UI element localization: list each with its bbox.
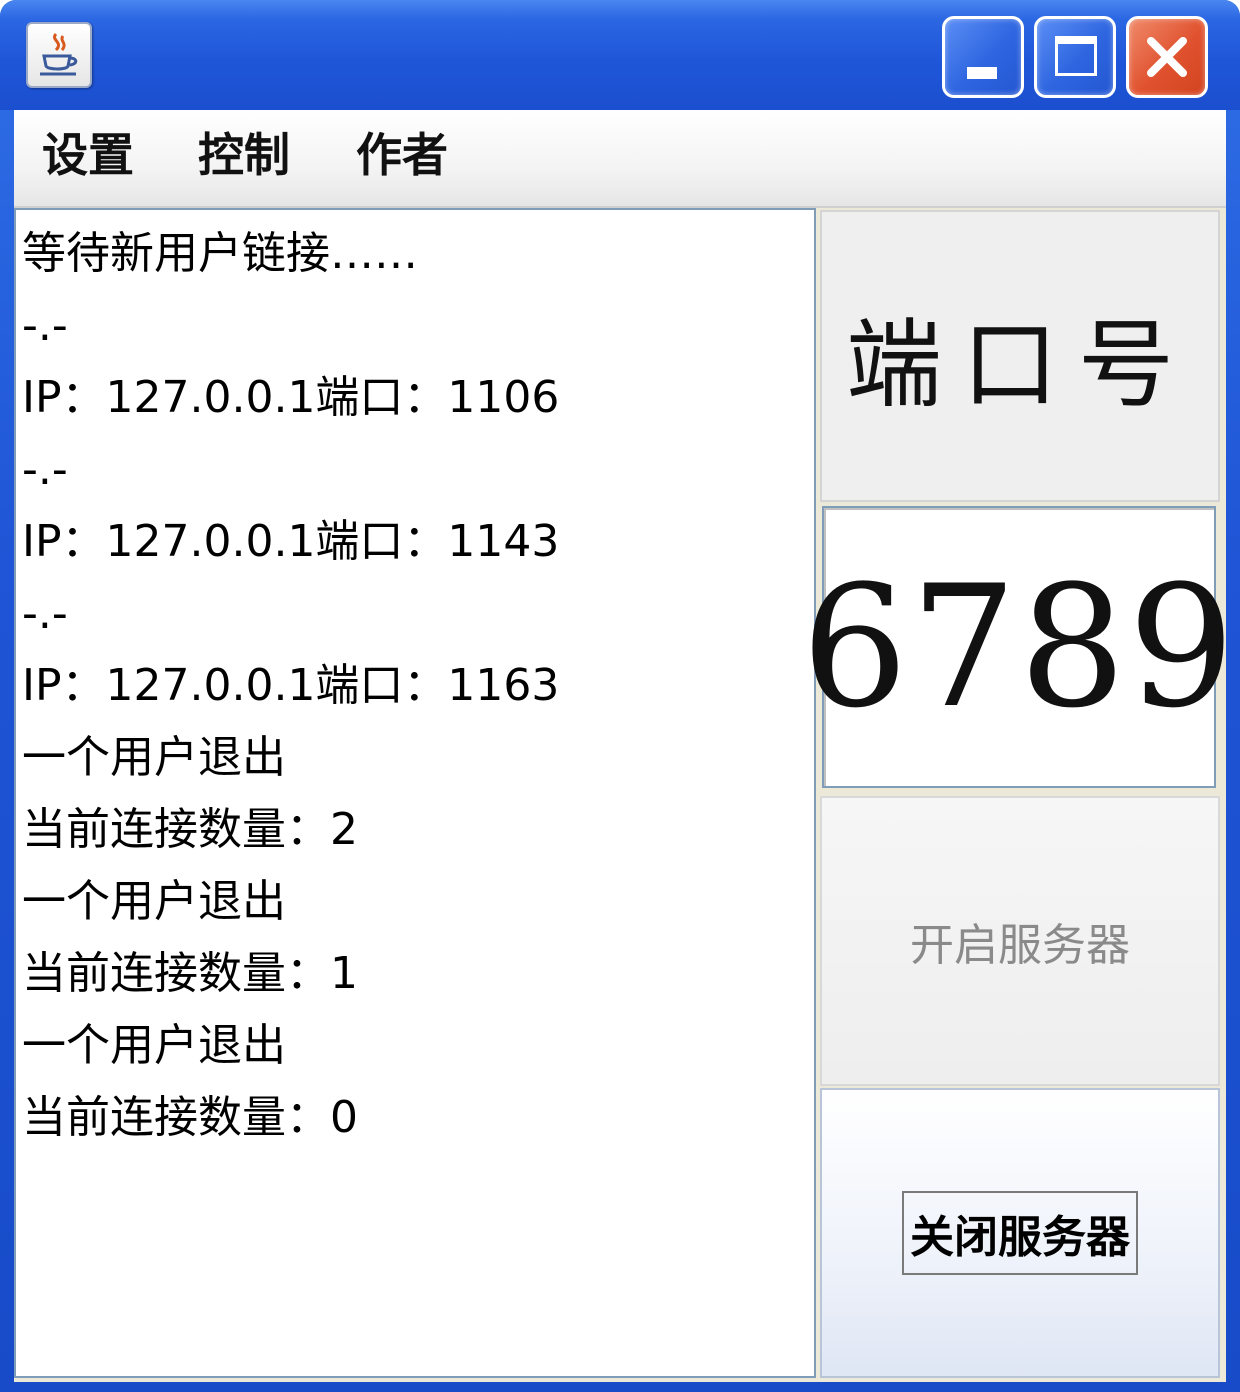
menu-settings[interactable]: 设置 [42, 128, 134, 182]
maximize-button[interactable] [1034, 16, 1116, 98]
log-line: IP：127.0.0.1端口：1106 [22, 372, 560, 423]
menu-author[interactable]: 作者 [356, 128, 448, 182]
minimize-icon [967, 67, 997, 79]
close-button[interactable] [1126, 16, 1208, 98]
port-label: 端口号 [846, 308, 1194, 421]
port-value: 6789 [801, 549, 1237, 745]
java-cup-icon[interactable] [26, 22, 92, 88]
log-textarea[interactable]: 等待新用户链接…… -.- IP：127.0.0.1端口：1106 -.- IP… [14, 208, 816, 1378]
port-input[interactable]: 6789 [801, 506, 1237, 788]
maximize-icon [1055, 36, 1097, 76]
log-line: -.- [22, 588, 68, 639]
start-server-button[interactable]: 开启服务器 [820, 796, 1220, 1086]
port-label-box: 端口号 [820, 210, 1220, 502]
menu-control[interactable]: 控制 [198, 128, 290, 182]
stop-server-label: 关闭服务器 [910, 1212, 1130, 1263]
log-line: 等待新用户链接…… [22, 228, 418, 279]
log-line: 一个用户退出 [22, 732, 286, 783]
close-icon [1147, 37, 1187, 77]
title-bar[interactable] [0, 0, 1240, 110]
start-server-label: 开启服务器 [910, 920, 1130, 971]
control-panel: 端口号 6789 开启服务器 关闭服务器 [801, 208, 1237, 1382]
minimize-button[interactable] [942, 16, 1024, 98]
log-line: 当前连接数量：2 [22, 804, 358, 855]
focus-outline: 关闭服务器 [902, 1191, 1138, 1275]
log-line: IP：127.0.0.1端口：1163 [22, 660, 560, 711]
app-window: 设置 控制 作者 等待新用户链接…… -.- IP：127.0.0.1端口：11… [0, 0, 1240, 1392]
client-area: 设置 控制 作者 等待新用户链接…… -.- IP：127.0.0.1端口：11… [14, 110, 1237, 1382]
log-line: 一个用户退出 [22, 1020, 286, 1071]
menu-bar: 设置 控制 作者 [14, 110, 1226, 208]
log-line: -.- [22, 444, 68, 495]
log-line: -.- [22, 300, 68, 351]
log-line: 一个用户退出 [22, 876, 286, 927]
stop-server-button[interactable]: 关闭服务器 [820, 1088, 1220, 1378]
log-line: 当前连接数量：0 [22, 1092, 358, 1143]
log-line: 当前连接数量：1 [22, 948, 358, 999]
log-line: IP：127.0.0.1端口：1143 [22, 516, 560, 567]
